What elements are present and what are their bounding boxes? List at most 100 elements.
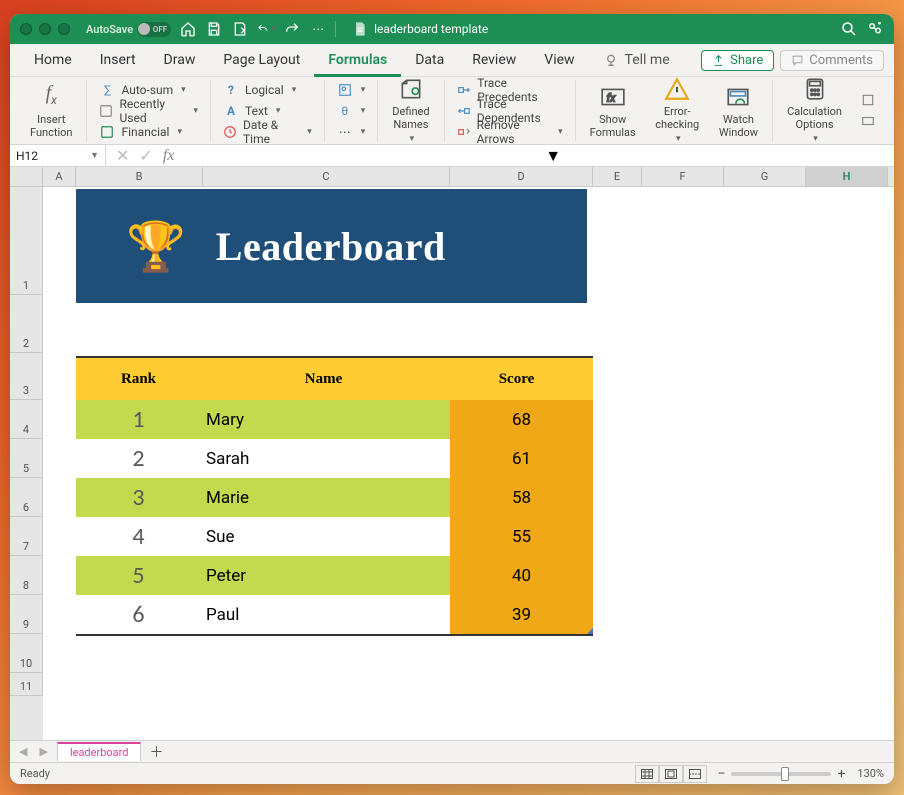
zoom-out-button[interactable]: − — [717, 766, 725, 782]
autosave-toggle[interactable]: AutoSave OFF — [86, 22, 171, 37]
view-normal-button[interactable] — [635, 765, 659, 783]
name-box[interactable]: H12▼ — [10, 145, 106, 166]
fx-icon[interactable]: fx — [163, 147, 175, 165]
view-page-layout-button[interactable] — [659, 765, 683, 783]
formula-expand-icon[interactable]: ▼ — [539, 145, 894, 166]
calculation-options-button[interactable]: Calculation Options▾ — [779, 71, 850, 150]
insert-function-button[interactable]: fx Insert Function — [22, 79, 80, 143]
col-A[interactable]: A — [43, 167, 76, 186]
share-button[interactable]: Share — [701, 50, 774, 71]
col-C[interactable]: C — [203, 167, 450, 186]
minimize-window[interactable] — [39, 23, 51, 35]
window-controls — [20, 23, 70, 35]
tab-review[interactable]: Review — [458, 44, 530, 77]
row-1[interactable]: 1 — [10, 187, 43, 295]
row-3[interactable]: 3 — [10, 353, 43, 400]
formula-bar[interactable] — [184, 145, 539, 166]
add-sheet-button[interactable]: ＋ — [147, 743, 165, 761]
cell-name: Mary — [201, 410, 446, 430]
watch-window-button[interactable]: Watch Window — [711, 79, 766, 143]
sheet-prev-icon[interactable]: ◀ — [16, 745, 30, 758]
sheet-tab-leaderboard[interactable]: leaderboard — [57, 742, 142, 761]
cell-rank: 3 — [76, 483, 201, 512]
table-row: 4Sue — [76, 517, 450, 556]
trace-prec-icon — [457, 82, 472, 98]
table-row: 6Paul — [76, 595, 450, 634]
ribbon: fx Insert Function ∑Auto-sum▾ Recently U… — [10, 77, 894, 145]
recently-used-button[interactable]: Recently Used▾ — [93, 101, 204, 121]
row-8[interactable]: 8 — [10, 556, 43, 595]
financial-button[interactable]: Financial▾ — [93, 122, 204, 142]
row-5[interactable]: 5 — [10, 439, 43, 478]
tab-view[interactable]: View — [530, 44, 588, 77]
lookup-button[interactable]: ▾ — [331, 80, 372, 100]
tab-page-layout[interactable]: Page Layout — [209, 44, 314, 77]
col-E[interactable]: E — [593, 167, 642, 186]
cells-area[interactable]: 🏆LeaderboardRankNameScore1Mary682Sarah61… — [43, 187, 894, 740]
zoom-in-button[interactable]: + — [837, 766, 845, 782]
row-7[interactable]: 7 — [10, 517, 43, 556]
undo-icon[interactable]: ▾ — [257, 20, 275, 38]
datetime-button[interactable]: Date & Time▾ — [217, 122, 318, 142]
more-icon[interactable]: ⋯ — [309, 20, 327, 38]
grid[interactable]: 1234567891011 🏆LeaderboardRankNameScore1… — [10, 187, 894, 740]
cell-score: 68 — [450, 400, 593, 439]
save-icon[interactable] — [205, 20, 223, 38]
sheet-tabs: ◀ ▶ leaderboard ＋ — [10, 740, 894, 762]
view-page-break-button[interactable] — [683, 765, 707, 783]
cell-score: 58 — [450, 478, 593, 517]
tab-insert[interactable]: Insert — [86, 44, 150, 77]
more-fn-button[interactable]: ⋯▾ — [331, 122, 372, 142]
table-row: 3Marie — [76, 478, 450, 517]
text-icon: A — [223, 103, 239, 119]
row-4[interactable]: 4 — [10, 400, 43, 439]
share-top-icon[interactable] — [866, 20, 884, 38]
remove-arrows-button[interactable]: Remove Arrows▾ — [451, 122, 569, 142]
tab-draw[interactable]: Draw — [150, 44, 210, 77]
remove-arrows-icon — [457, 124, 471, 140]
th-rank: Rank — [76, 371, 201, 388]
close-window[interactable] — [20, 23, 32, 35]
row-9[interactable]: 9 — [10, 595, 43, 634]
calc-now-button[interactable] — [854, 90, 882, 110]
comments-button[interactable]: Comments — [780, 50, 884, 71]
zoom-level[interactable]: 130% — [857, 767, 884, 780]
lookup-icon — [337, 82, 353, 98]
defined-names-button[interactable]: Defined Names▾ — [384, 71, 437, 150]
row-11[interactable]: 11 — [10, 673, 43, 696]
row-6[interactable]: 6 — [10, 478, 43, 517]
svg-text:fx: fx — [606, 91, 616, 104]
trophy-icon: 🏆 — [126, 218, 186, 275]
table-resize-handle[interactable] — [587, 628, 593, 634]
th-score: Score — [446, 371, 587, 388]
cell-score: 40 — [450, 556, 593, 595]
home-icon[interactable] — [179, 20, 197, 38]
calc-sheet-button[interactable] — [854, 111, 882, 131]
cell-rank: 4 — [76, 522, 201, 551]
save2-icon[interactable] — [231, 20, 249, 38]
error-checking-button[interactable]: Error-checking▾ — [644, 71, 711, 150]
zoom-slider[interactable] — [731, 772, 831, 776]
logical-button[interactable]: ?Logical▾ — [217, 80, 318, 100]
row-2[interactable]: 2 — [10, 295, 43, 353]
math-button[interactable]: θ▾ — [331, 101, 372, 121]
redo-icon[interactable] — [283, 20, 301, 38]
cancel-formula-icon[interactable]: ✕ — [116, 146, 129, 165]
zoom-window[interactable] — [58, 23, 70, 35]
cell-rank: 6 — [76, 600, 201, 629]
accept-formula-icon[interactable]: ✓ — [139, 146, 152, 165]
select-all-corner[interactable] — [10, 167, 43, 186]
namebox-dropdown-icon[interactable]: ▼ — [90, 150, 99, 161]
tab-home[interactable]: Home — [20, 44, 86, 77]
sheet-next-icon[interactable]: ▶ — [36, 745, 50, 758]
col-G[interactable]: G — [724, 167, 806, 186]
autosave-switch[interactable]: OFF — [137, 22, 171, 37]
col-F[interactable]: F — [642, 167, 724, 186]
col-B[interactable]: B — [76, 167, 203, 186]
row-10[interactable]: 10 — [10, 634, 43, 673]
col-D[interactable]: D — [450, 167, 593, 186]
col-H[interactable]: H — [806, 167, 888, 186]
search-icon[interactable] — [840, 20, 858, 38]
cell-rank: 2 — [76, 444, 201, 473]
show-formulas-button[interactable]: fx Show Formulas — [582, 79, 644, 143]
